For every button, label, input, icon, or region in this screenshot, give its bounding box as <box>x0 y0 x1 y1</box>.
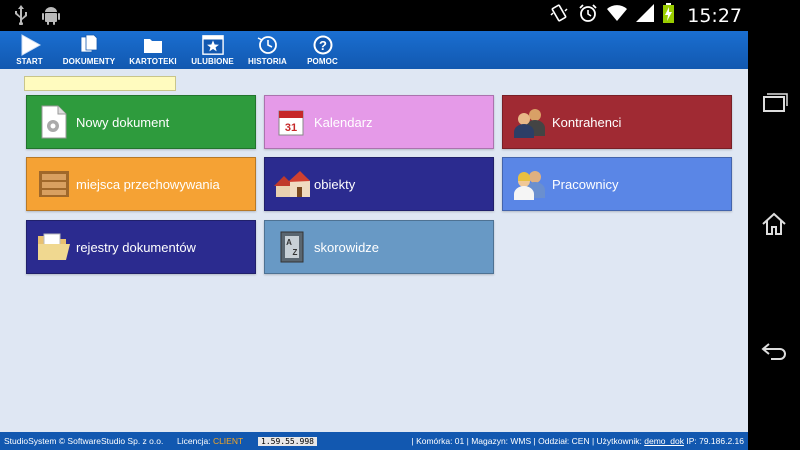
play-icon <box>19 34 41 56</box>
toolbar-kartoteki-button[interactable]: KARTOTEKI <box>121 31 185 69</box>
android-nav-bar <box>748 0 800 450</box>
wifi-icon <box>607 4 628 27</box>
recent-apps-icon[interactable] <box>760 88 788 116</box>
open-folder-icon <box>36 229 72 265</box>
tile-kontrahenci[interactable]: Kontrahenci <box>502 95 732 149</box>
employees-icon <box>512 166 548 202</box>
toolbar-historia-button[interactable]: HISTORIA <box>240 31 295 69</box>
search-input[interactable] <box>24 76 176 91</box>
license-value: CLIENT <box>212 436 244 446</box>
session-info: | Komórka: 01 | Magazyn: WMS | Oddział: … <box>411 436 745 446</box>
shelf-icon <box>36 166 72 202</box>
help-icon: ? <box>312 34 334 56</box>
license-info: Licencja: CLIENT <box>177 436 244 446</box>
toolbar-start-button[interactable]: START <box>2 31 57 69</box>
toolbar-ulubione-button[interactable]: ULUBIONE <box>185 31 240 69</box>
home-icon[interactable] <box>760 210 788 238</box>
tile-skorowidze[interactable]: AZ skorowidze <box>264 220 494 274</box>
device-screen: 15:27 START DOKUMENTY KARTOTEKI ULUBIONE… <box>0 0 800 450</box>
main-toolbar: START DOKUMENTY KARTOTEKI ULUBIONE HISTO… <box>0 31 748 69</box>
status-bar: 15:27 <box>0 0 748 31</box>
documents-icon <box>78 34 100 56</box>
tile-rejestry-dokumentow[interactable]: rejestry dokumentów <box>26 220 256 274</box>
svg-text:A: A <box>286 238 292 247</box>
status-footer: StudioSystem © SoftwareStudio Sp. z o.o.… <box>0 432 748 450</box>
calendar-icon: 31 <box>274 104 310 140</box>
user-link[interactable]: demo_dok <box>644 436 684 446</box>
svg-text:Z: Z <box>293 248 298 257</box>
svg-text:?: ? <box>319 38 327 53</box>
tile-pracownicy[interactable]: Pracownicy <box>502 157 732 211</box>
folder-icon <box>142 34 164 56</box>
signal-icon <box>636 4 655 27</box>
index-book-icon: AZ <box>274 229 310 265</box>
battery-charging-icon <box>663 3 675 28</box>
tile-kalendarz[interactable]: 31 Kalendarz <box>264 95 494 149</box>
app-window: START DOKUMENTY KARTOTEKI ULUBIONE HISTO… <box>0 31 748 450</box>
star-icon <box>201 34 224 56</box>
tile-nowy-dokument[interactable]: Nowy dokument <box>26 95 256 149</box>
new-document-icon <box>36 104 72 140</box>
back-icon[interactable] <box>760 336 788 364</box>
version-text: 1.59.55.998 <box>258 436 317 446</box>
history-icon <box>257 34 279 56</box>
vibrate-icon <box>549 3 569 28</box>
copyright-text: StudioSystem © SoftwareStudio Sp. z o.o. <box>4 436 164 446</box>
android-icon <box>42 5 60 30</box>
toolbar-pomoc-button[interactable]: ? POMOC <box>295 31 350 69</box>
tile-obiekty[interactable]: obiekty <box>264 157 494 211</box>
status-clock: 15:27 <box>687 4 742 27</box>
contractors-icon <box>512 104 548 140</box>
alarm-icon <box>578 3 598 28</box>
tile-miejsca-przechowywania[interactable]: miejsca przechowywania <box>26 157 256 211</box>
usb-icon <box>14 5 28 30</box>
houses-icon <box>274 166 310 202</box>
svg-text:31: 31 <box>285 122 297 134</box>
toolbar-dokumenty-button[interactable]: DOKUMENTY <box>57 31 121 69</box>
